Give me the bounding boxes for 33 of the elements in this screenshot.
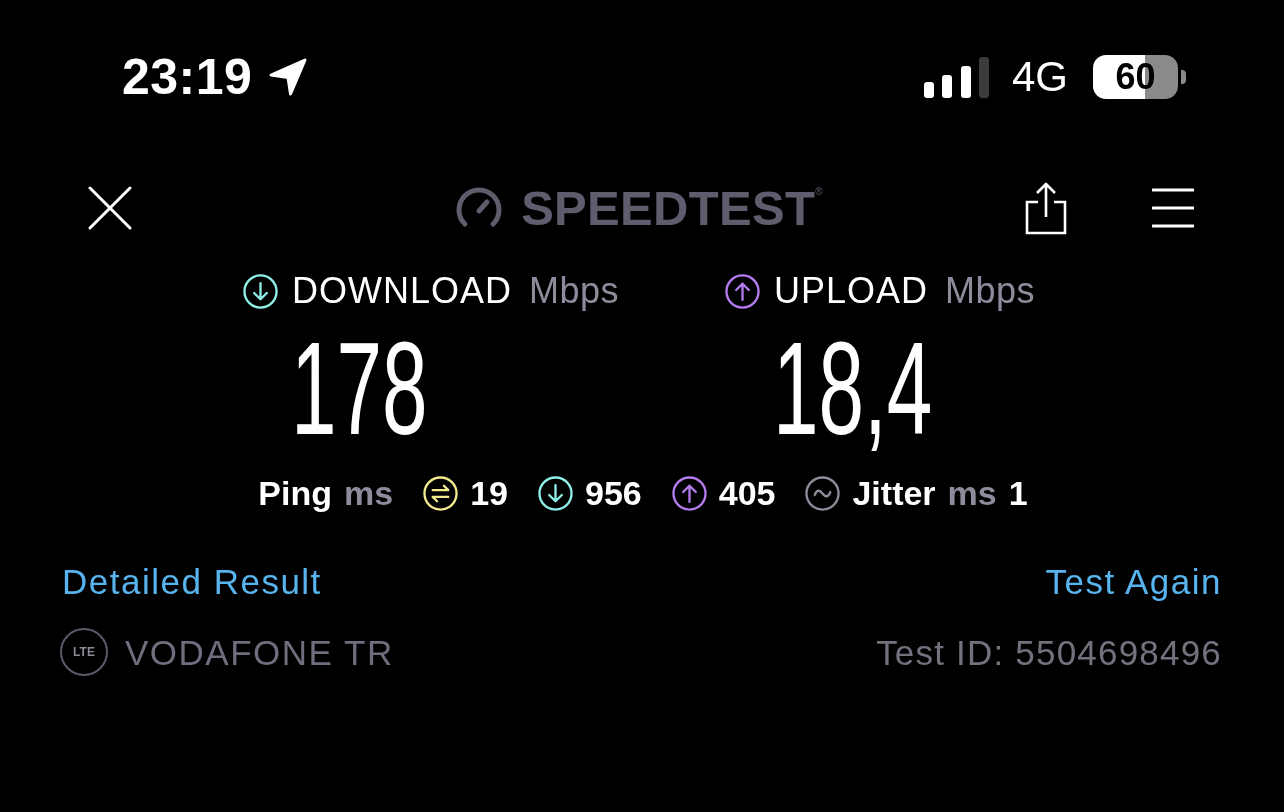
logo-text: SPEEDTEST$^{®}$ [521,183,823,233]
menu-button[interactable] [1152,187,1194,229]
menu-icon [1152,187,1194,229]
ping-value: 956 [585,476,642,510]
text-link[interactable]: Test Again [1045,563,1222,599]
location-arrow-icon [268,57,309,97]
result-unit: Mbps [529,273,620,309]
jitter-label: Jitter [852,476,936,510]
network-type-badge: LTE [60,628,108,676]
battery-percent: 60 [1093,55,1178,99]
share-icon [1024,181,1068,235]
close-icon [88,186,132,230]
gauge-icon [455,186,504,230]
carrier-name: VODAFONE TR [125,634,394,670]
status-time: 23:19 [122,52,253,102]
jitter-value: 1 [1008,476,1028,510]
network-type: 4G [1011,56,1068,98]
text-link[interactable]: Detailed Result [62,563,322,599]
ping-label: Ping [258,476,332,510]
ping-unit: ms [344,476,394,510]
result-label: DOWNLOAD [292,273,512,309]
speed-value: 178 [291,323,428,455]
result-unit: Mbps [945,273,1036,309]
result-label: UPLOAD [774,273,929,309]
wave-circle-icon [805,475,841,511]
ping-value: 405 [718,476,776,510]
jitter-unit: ms [947,476,997,510]
share-button[interactable] [1024,181,1068,235]
close-button[interactable] [88,186,132,230]
speed-value: 18,4 [773,323,933,455]
ping-value: 19 [470,476,508,510]
signal-bars-icon [923,56,989,98]
test-id: Test ID: 5504698496 [876,634,1222,670]
